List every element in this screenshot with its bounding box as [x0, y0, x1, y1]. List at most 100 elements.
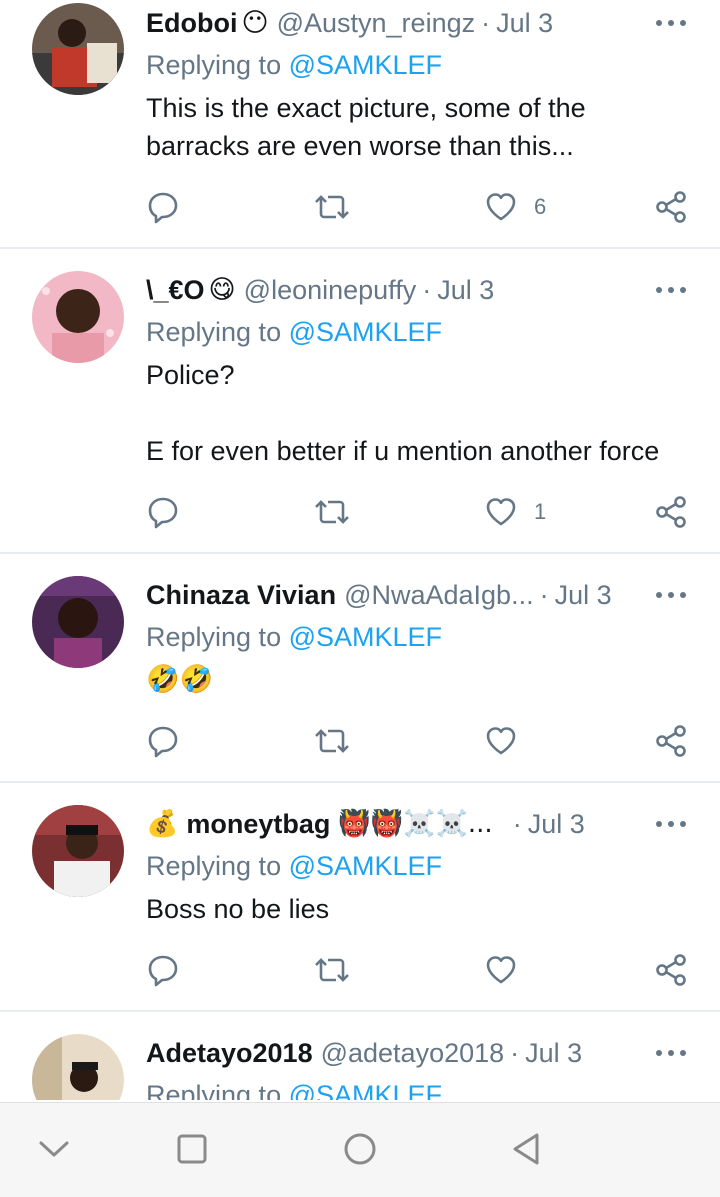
- tweet-text-line: 🤣🤣: [146, 664, 214, 695]
- tweet-text-blank-line: [146, 394, 690, 432]
- like-button[interactable]: [484, 721, 518, 761]
- tweet-feed: Edoboi 😶 @Austyn_reingz · Jul 3 Replying…: [0, 0, 720, 1100]
- tweet-date[interactable]: Jul 3: [496, 8, 553, 39]
- handle[interactable]: @adetayo2018: [321, 1038, 505, 1069]
- tweet[interactable]: Edoboi 😶 @Austyn_reingz · Jul 3 Replying…: [0, 0, 720, 248]
- replying-prefix: Replying to: [146, 622, 289, 652]
- like-count: 6: [534, 194, 547, 219]
- name-emoji: 😶: [241, 8, 269, 38]
- avatar[interactable]: [32, 1034, 124, 1100]
- separator-dot: ·: [539, 579, 549, 610]
- display-name[interactable]: Adetayo2018: [146, 1038, 313, 1069]
- retweet-icon: [315, 729, 349, 753]
- replying-prefix: Replying to: [146, 1080, 289, 1100]
- avatar[interactable]: [32, 271, 124, 363]
- retweet-icon: [315, 195, 349, 219]
- like-button[interactable]: 1: [484, 492, 546, 532]
- tweet-text-line: E for even better if u mention another f…: [146, 436, 660, 466]
- separator-dot: ·: [481, 7, 491, 38]
- display-name[interactable]: Chinaza Vivian: [146, 580, 336, 611]
- avatar[interactable]: [32, 576, 124, 668]
- more-icon[interactable]: [656, 590, 686, 600]
- circle-icon[interactable]: [340, 1129, 380, 1169]
- reply-icon: [148, 726, 178, 758]
- retweet-icon: [315, 958, 349, 982]
- retweet-button[interactable]: [313, 950, 351, 990]
- tweet-text-line: This is the exact picture, some of the: [146, 93, 586, 123]
- replying-to: Replying to @SAMKLEF: [146, 317, 442, 348]
- mention-link[interactable]: @SAMKLEF: [289, 622, 442, 652]
- share-button[interactable]: [654, 492, 688, 532]
- name-emoji: 😋: [208, 275, 236, 305]
- action-bar: 6: [0, 187, 720, 227]
- system-nav-bar: [0, 1102, 720, 1197]
- reply-icon: [148, 192, 178, 224]
- mention-link[interactable]: @SAMKLEF: [289, 50, 442, 80]
- tweet-date[interactable]: Jul 3: [525, 1038, 582, 1069]
- name-prefix-emoji: 💰: [146, 809, 179, 839]
- name-suffix-emoji: 👹👹☠️☠️...: [338, 809, 493, 839]
- reply-button[interactable]: [146, 950, 180, 990]
- more-icon[interactable]: [656, 819, 686, 829]
- reply-button[interactable]: [146, 721, 180, 761]
- heart-icon: [486, 956, 516, 984]
- action-bar: [0, 950, 720, 990]
- tweet-date[interactable]: Jul 3: [555, 580, 612, 611]
- share-icon: [656, 496, 686, 528]
- tweet-text: Police? E for even better if u mention a…: [146, 356, 690, 470]
- more-icon[interactable]: [656, 285, 686, 295]
- triangle-back-icon[interactable]: [506, 1129, 546, 1169]
- tweet[interactable]: Chinaza Vivian @NwaAdaIgb... · Jul 3 Rep…: [0, 554, 720, 781]
- retweet-button[interactable]: [313, 187, 351, 227]
- more-icon[interactable]: [656, 1048, 686, 1058]
- handle[interactable]: @Austyn_reingz: [277, 8, 476, 39]
- avatar[interactable]: [32, 3, 124, 95]
- mention-link[interactable]: @SAMKLEF: [289, 1080, 442, 1100]
- like-button[interactable]: [484, 950, 518, 990]
- handle[interactable]: @leoninepuffy: [244, 275, 417, 306]
- replying-to: Replying to @SAMKLEF: [146, 50, 442, 81]
- more-icon[interactable]: [656, 18, 686, 28]
- share-button[interactable]: [654, 950, 688, 990]
- replying-to: Replying to @SAMKLEF: [146, 851, 442, 882]
- share-icon: [656, 191, 686, 223]
- tweet[interactable]: Adetayo2018 @adetayo2018 · Jul 3 Replyin…: [0, 1012, 720, 1100]
- replying-to: Replying to @SAMKLEF: [146, 622, 442, 653]
- tweet[interactable]: \_€O 😋 @leoninepuffy · Jul 3 Replying to…: [0, 249, 720, 552]
- display-name[interactable]: moneytbag: [186, 809, 330, 840]
- replying-to: Replying to @SAMKLEF: [146, 1080, 442, 1100]
- separator-dot: ·: [422, 274, 432, 305]
- tweet[interactable]: 💰 moneytbag 👹👹☠️☠️... · Jul 3 Replying t…: [0, 783, 720, 1010]
- display-name[interactable]: Edoboi: [146, 8, 237, 39]
- heart-icon: [486, 498, 516, 526]
- retweet-button[interactable]: [313, 721, 351, 761]
- separator-dot: ·: [512, 808, 522, 839]
- replying-prefix: Replying to: [146, 317, 289, 347]
- separator-dot: ·: [510, 1037, 520, 1068]
- handle[interactable]: @NwaAdaIgb...: [344, 580, 534, 611]
- action-bar: 1: [0, 492, 720, 532]
- tweet-text-line: Boss no be lies: [146, 894, 330, 924]
- mention-link[interactable]: @SAMKLEF: [289, 851, 442, 881]
- tweet-text: Boss no be lies: [146, 890, 690, 928]
- tweet-date[interactable]: Jul 3: [528, 809, 585, 840]
- display-name[interactable]: \_€O: [146, 275, 205, 306]
- like-button[interactable]: 6: [484, 187, 546, 227]
- retweet-button[interactable]: [313, 492, 351, 532]
- share-button[interactable]: [654, 721, 688, 761]
- share-button[interactable]: [654, 187, 688, 227]
- tweet-date[interactable]: Jul 3: [437, 275, 494, 306]
- share-icon: [656, 954, 686, 986]
- tweet-text: This is the exact picture, some of the b…: [146, 89, 690, 165]
- mention-link[interactable]: @SAMKLEF: [289, 317, 442, 347]
- action-bar: [0, 721, 720, 761]
- chevron-down-icon[interactable]: [34, 1129, 74, 1169]
- reply-icon: [148, 955, 178, 987]
- reply-button[interactable]: [146, 187, 180, 227]
- replying-prefix: Replying to: [146, 851, 289, 881]
- heart-icon: [486, 727, 516, 755]
- like-count: 1: [534, 499, 547, 524]
- avatar[interactable]: [32, 805, 124, 897]
- reply-button[interactable]: [146, 492, 180, 532]
- square-icon[interactable]: [172, 1129, 212, 1169]
